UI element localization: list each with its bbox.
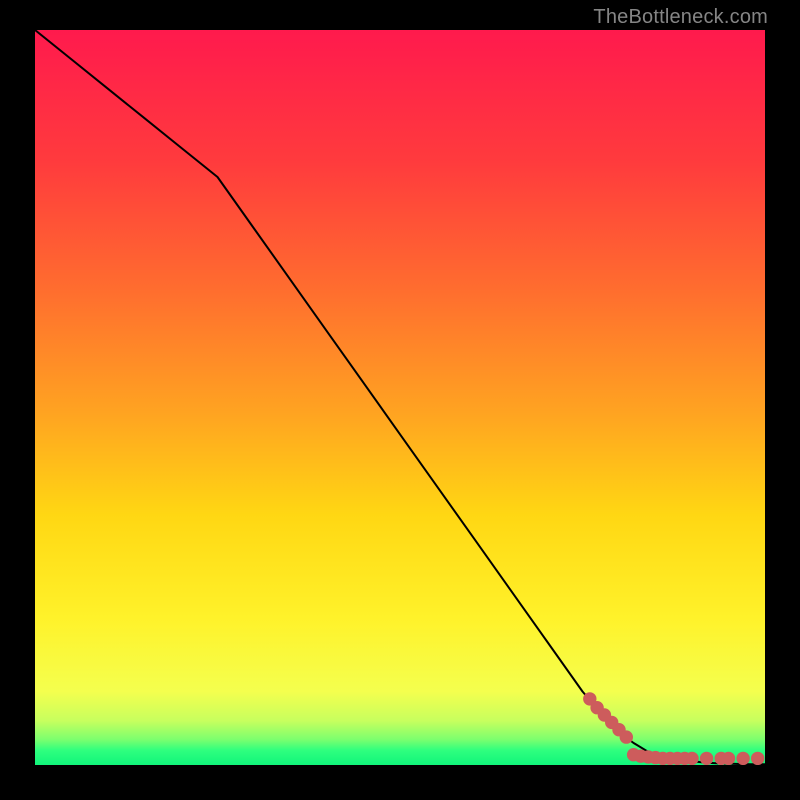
data-point [686,752,698,764]
chart-stage: TheBottleneck.com [0,0,800,800]
data-point [620,731,632,743]
data-point [700,752,712,764]
watermark-label: TheBottleneck.com [593,6,768,29]
data-point [737,752,749,764]
data-point [752,752,764,764]
bottleneck-curve [35,30,765,764]
data-points [584,693,764,765]
chart-overlay [35,30,765,765]
plot-area [35,30,765,765]
data-point [722,752,734,764]
